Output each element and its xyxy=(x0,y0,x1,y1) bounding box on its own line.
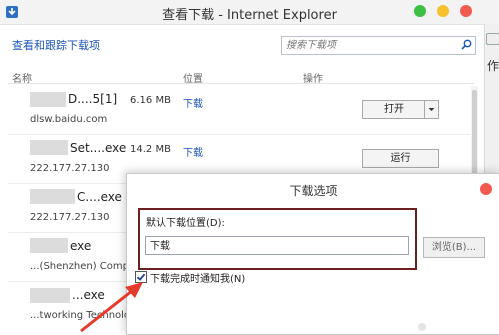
download-location-link[interactable]: 下载 xyxy=(183,95,203,110)
chevron-down-icon xyxy=(428,108,435,111)
close-button[interactable] xyxy=(460,5,472,17)
default-location-field[interactable]: 下载 xyxy=(145,236,409,255)
download-source: 222.177.27.130 xyxy=(30,163,110,174)
run-button[interactable]: 运行 xyxy=(362,149,439,168)
list-item[interactable]: D....5[1] dlsw.baidu.com 6.16 MB 下载 打开 xyxy=(8,86,471,135)
maximize-button[interactable] xyxy=(414,5,426,17)
minimize-button[interactable] xyxy=(437,5,449,17)
redacted-filename xyxy=(30,92,66,107)
default-location-label: 默认下载位置(D): xyxy=(146,218,225,229)
download-filename: exe xyxy=(70,239,92,253)
redacted-filename xyxy=(30,140,68,155)
dialog-close-button[interactable] xyxy=(480,183,492,195)
open-button[interactable]: 打开 xyxy=(362,100,426,119)
background-window-button xyxy=(486,33,499,45)
view-track-downloads-link[interactable]: 查看和跟踪下载项 xyxy=(12,37,100,53)
dialog-title: 下载选项 xyxy=(289,184,338,198)
download-size: 6.16 MB xyxy=(130,95,171,106)
download-location-link[interactable]: 下载 xyxy=(183,144,203,159)
header-divider xyxy=(8,83,474,84)
watermark-icon xyxy=(418,323,426,331)
redacted-filename xyxy=(30,288,70,303)
download-filename: D....5[1] xyxy=(68,92,118,106)
download-options-dialog: 下载选项 默认下载位置(D): 下载 浏览(B)... 下载完成时通知我(N) xyxy=(126,173,499,335)
browse-button[interactable]: 浏览(B)... xyxy=(423,237,485,258)
title-bar: 查看下载 - Internet Explorer xyxy=(0,0,499,25)
download-source: 222.177.27.130 xyxy=(30,212,110,223)
search-icon[interactable] xyxy=(461,39,472,50)
background-window-text: 作 xyxy=(487,59,499,73)
redacted-filename xyxy=(30,238,68,253)
redacted-filename xyxy=(30,189,75,204)
default-location-highlight: 默认下载位置(D): 下载 xyxy=(138,208,417,270)
open-dropdown-button[interactable] xyxy=(424,100,439,119)
notify-label: 下载完成时通知我(N) xyxy=(150,274,246,285)
search-box[interactable] xyxy=(281,36,476,55)
download-filename: C....exe xyxy=(77,190,122,204)
download-source: dlsw.baidu.com xyxy=(30,114,108,125)
annotation-arrow-icon xyxy=(80,282,143,333)
search-input[interactable] xyxy=(286,37,456,54)
download-filename: Set....exe xyxy=(70,141,127,155)
download-size: 14.2 MB xyxy=(130,144,171,155)
download-source: ...(Shenzhen) Compan xyxy=(30,261,142,272)
